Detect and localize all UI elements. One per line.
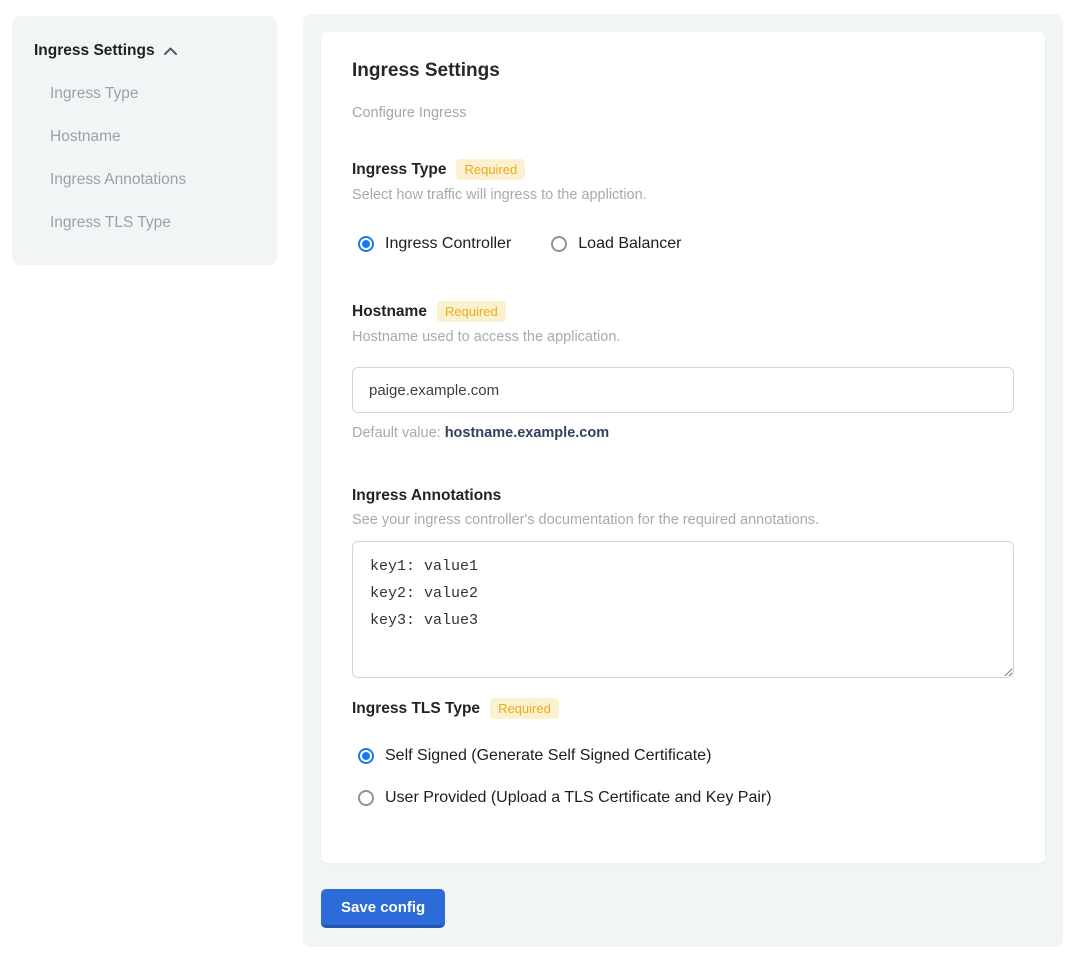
ingress-type-description: Select how traffic will ingress to the a… — [352, 187, 1014, 203]
default-value-label: Default value: — [352, 425, 441, 441]
radio-label: Load Balancer — [578, 235, 681, 253]
sidebar-item-ingress-annotations[interactable]: Ingress Annotations — [50, 171, 255, 189]
radio-option-user-provided[interactable]: User Provided (Upload a TLS Certificate … — [358, 789, 1014, 807]
hostname-default-value: Default value: hostname.example.com — [352, 425, 1014, 441]
ingress-annotations-description: See your ingress controller's documentat… — [352, 512, 1014, 528]
ingress-tls-type-label: Ingress TLS Type — [352, 700, 480, 718]
ingress-annotations-label: Ingress Annotations — [352, 487, 501, 505]
default-value-text: hostname.example.com — [445, 425, 609, 441]
required-badge: Required — [437, 301, 506, 322]
sidebar-item-ingress-type[interactable]: Ingress Type — [50, 85, 255, 103]
ingress-type-label: Ingress Type — [352, 161, 446, 179]
radio-option-load-balancer[interactable]: Load Balancer — [551, 235, 681, 253]
ingress-type-radio-group: Ingress Controller Load Balancer — [358, 235, 1014, 253]
hostname-input[interactable] — [352, 367, 1014, 413]
required-badge: Required — [456, 159, 525, 180]
radio-label: User Provided (Upload a TLS Certificate … — [385, 789, 772, 807]
hostname-description: Hostname used to access the application. — [352, 329, 1014, 345]
radio-option-self-signed[interactable]: Self Signed (Generate Self Signed Certif… — [358, 747, 1014, 765]
ingress-settings-card: Ingress Settings Configure Ingress Ingre… — [321, 32, 1045, 863]
sidebar-item-ingress-tls-type[interactable]: Ingress TLS Type — [50, 214, 255, 232]
field-ingress-tls-type: Ingress TLS Type Required Self Signed (G… — [352, 698, 1014, 807]
page-title: Ingress Settings — [352, 60, 1014, 82]
ingress-settings-panel: Ingress Settings Configure Ingress Ingre… — [303, 14, 1063, 947]
ingress-tls-type-radio-group: Self Signed (Generate Self Signed Certif… — [358, 747, 1014, 807]
field-hostname: Hostname Required Hostname used to acces… — [352, 301, 1014, 441]
field-ingress-annotations: Ingress Annotations See your ingress con… — [352, 487, 1014, 678]
chevron-up-icon — [163, 46, 178, 56]
radio-button-icon[interactable] — [358, 236, 374, 252]
sidebar-item-hostname[interactable]: Hostname — [50, 128, 255, 146]
radio-option-ingress-controller[interactable]: Ingress Controller — [358, 235, 511, 253]
ingress-annotations-textarea[interactable]: key1: value1 key2: value2 key3: value3 — [352, 541, 1014, 678]
radio-label: Ingress Controller — [385, 235, 511, 253]
required-badge: Required — [490, 698, 559, 719]
sidebar-section-ingress-settings[interactable]: Ingress Settings — [34, 42, 255, 60]
radio-button-icon[interactable] — [358, 748, 374, 764]
radio-label: Self Signed (Generate Self Signed Certif… — [385, 747, 711, 765]
sidebar-section-title: Ingress Settings — [34, 42, 155, 60]
radio-button-icon[interactable] — [358, 790, 374, 806]
radio-button-icon[interactable] — [551, 236, 567, 252]
hostname-label: Hostname — [352, 303, 427, 321]
field-ingress-type: Ingress Type Required Select how traffic… — [352, 159, 1014, 253]
sidebar-item-list: Ingress Type Hostname Ingress Annotation… — [50, 85, 255, 232]
settings-sidebar: Ingress Settings Ingress Type Hostname I… — [12, 16, 277, 265]
page-subtitle: Configure Ingress — [352, 105, 1014, 121]
save-config-button[interactable]: Save config — [321, 889, 445, 928]
